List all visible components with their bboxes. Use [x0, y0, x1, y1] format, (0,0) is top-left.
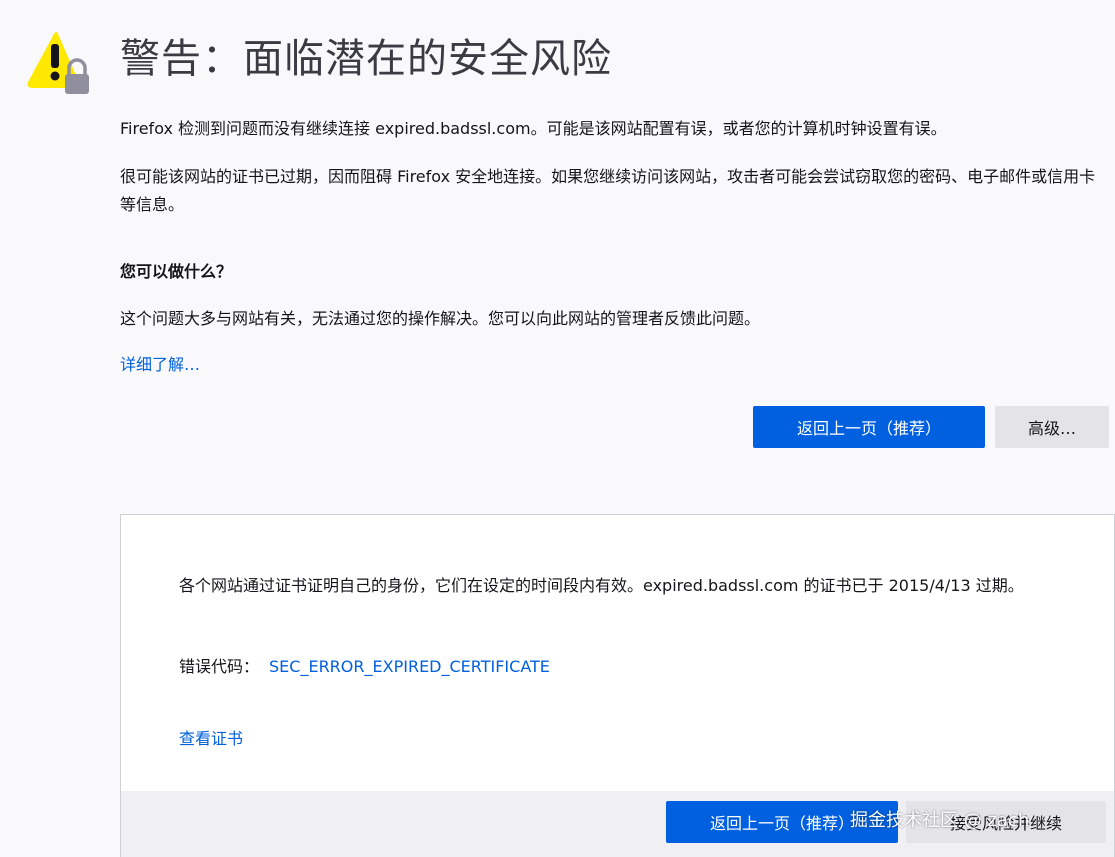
watermark: 掘金技术社区 @ zach — [850, 810, 1030, 831]
error-code-line: 错误代码： SEC_ERROR_EXPIRED_CERTIFICATE — [179, 652, 550, 682]
detail-text: 很可能该网站的证书已过期，因而阻碍 Firefox 安全地连接。如果您继续访问该… — [120, 167, 1096, 214]
go-back-button[interactable]: 返回上一页（推荐） — [753, 406, 985, 448]
page-title: 警告：面临潜在的安全风险 — [120, 36, 612, 82]
warning-triangle-icon — [27, 32, 89, 94]
certificate-description: 各个网站通过证书证明自己的身份，它们在设定的时间段内有效。expired.bad… — [179, 576, 1024, 595]
error-code-label: 错误代码： — [179, 657, 260, 676]
lock-icon — [65, 58, 89, 94]
intro-text: Firefox 检测到问题而没有继续连接 expired.badssl.com。… — [120, 119, 947, 138]
error-code-link[interactable]: SEC_ERROR_EXPIRED_CERTIFICATE — [269, 657, 550, 676]
view-certificate-link[interactable]: 查看证书 — [179, 724, 243, 754]
what-can-you-do-text: 这个问题大多与网站有关，无法通过您的操作解决。您可以向此网站的管理者反馈此问题。 — [120, 309, 761, 328]
advanced-button[interactable]: 高级… — [995, 406, 1109, 448]
learn-more-link[interactable]: 详细了解… — [120, 351, 200, 379]
what-can-you-do-heading: 您可以做什么？ — [120, 262, 233, 281]
error-page: 警告：面临潜在的安全风险 Firefox 检测到问题而没有继续连接 expire… — [0, 0, 1115, 857]
